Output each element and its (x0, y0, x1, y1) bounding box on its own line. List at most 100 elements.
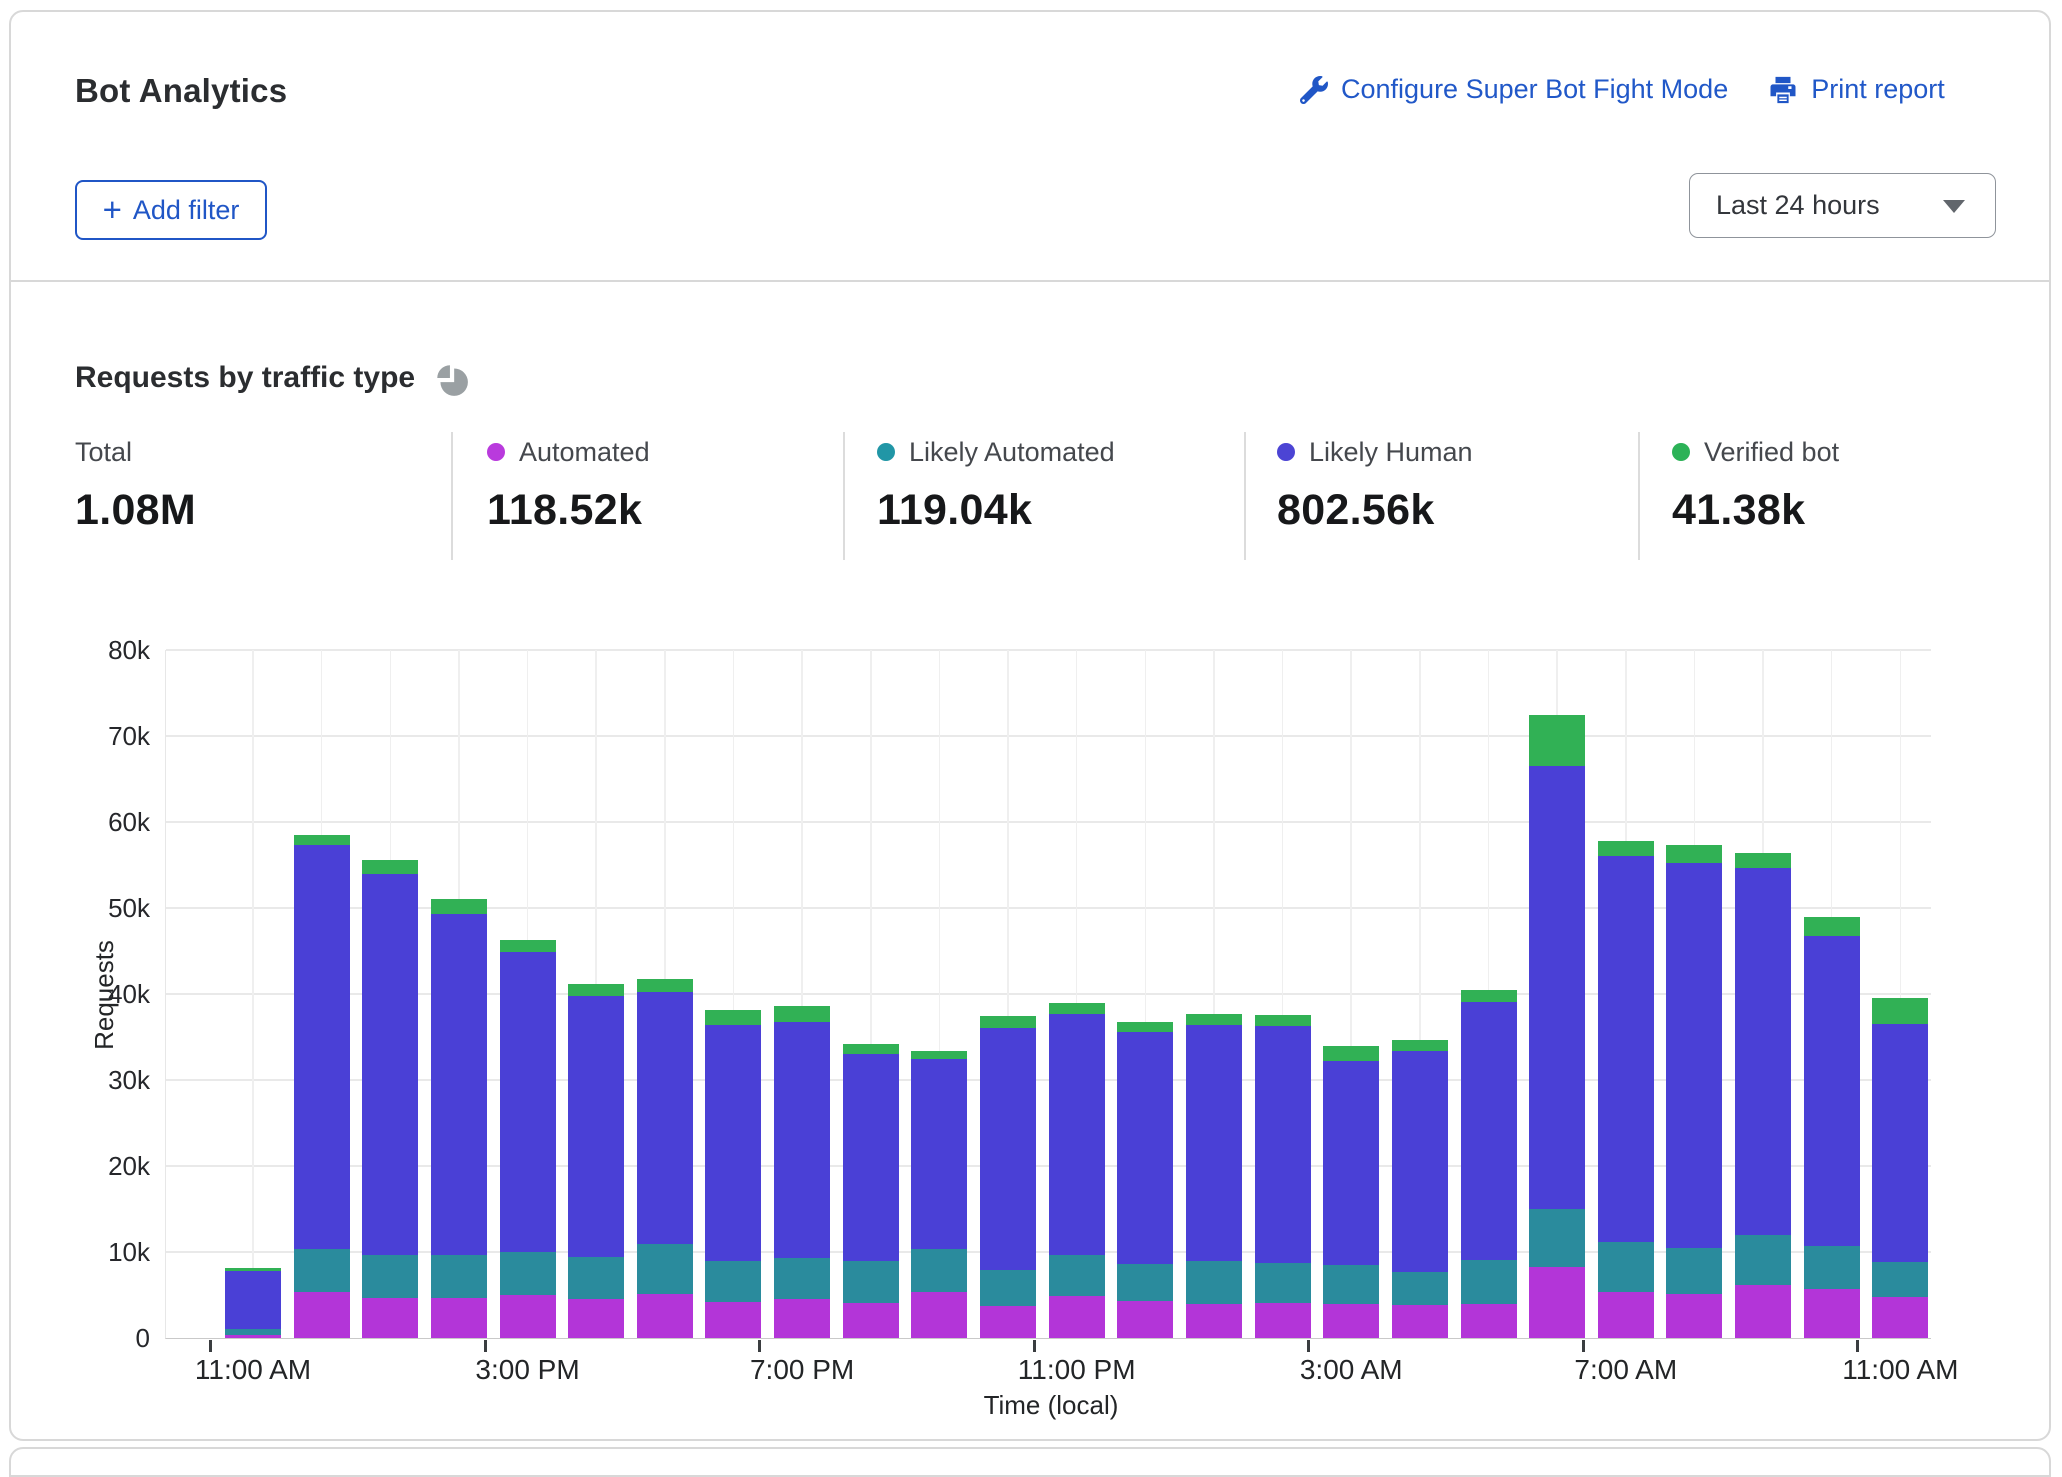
bar-segment-verified-bot[interactable] (1735, 853, 1791, 868)
bar-segment-verified-bot[interactable] (637, 979, 693, 992)
bar-segment-likely-automated[interactable] (568, 1257, 624, 1299)
bar-segment-automated[interactable] (568, 1299, 624, 1338)
stat-automated[interactable]: Automated 118.52k (487, 436, 650, 535)
bar-segment-automated[interactable] (911, 1292, 967, 1338)
bar-segment-verified-bot[interactable] (500, 940, 556, 952)
bar-segment-automated[interactable] (1186, 1304, 1242, 1338)
bar-segment-likely-automated[interactable] (1255, 1263, 1311, 1303)
bar-segment-automated[interactable] (225, 1335, 281, 1338)
bar-segment-verified-bot[interactable] (980, 1016, 1036, 1028)
bar-segment-likely-human[interactable] (1804, 936, 1860, 1246)
bar-segment-automated[interactable] (1598, 1292, 1654, 1338)
bar-segment-likely-human[interactable] (637, 992, 693, 1244)
bar-segment-likely-human[interactable] (1117, 1032, 1173, 1264)
bar-segment-likely-automated[interactable] (1666, 1248, 1722, 1294)
bar-segment-likely-human[interactable] (1529, 766, 1585, 1209)
bar-segment-likely-automated[interactable] (1529, 1209, 1585, 1267)
bar-segment-verified-bot[interactable] (431, 899, 487, 914)
bar-segment-automated[interactable] (500, 1295, 556, 1338)
bar-segment-automated[interactable] (1323, 1304, 1379, 1338)
bar-segment-likely-automated[interactable] (1392, 1272, 1448, 1306)
bar-segment-likely-automated[interactable] (774, 1258, 830, 1299)
bar-segment-verified-bot[interactable] (568, 984, 624, 996)
bar-segment-likely-automated[interactable] (294, 1249, 350, 1292)
bar-segment-likely-automated[interactable] (1804, 1246, 1860, 1289)
bar-segment-likely-automated[interactable] (1049, 1255, 1105, 1295)
bar-segment-likely-automated[interactable] (225, 1329, 281, 1334)
bar-segment-likely-human[interactable] (1872, 1024, 1928, 1262)
bar-segment-likely-human[interactable] (1049, 1014, 1105, 1256)
bar-segment-verified-bot[interactable] (1804, 917, 1860, 937)
bar-segment-verified-bot[interactable] (705, 1010, 761, 1025)
bar-segment-likely-human[interactable] (843, 1054, 899, 1261)
bar-segment-likely-automated[interactable] (1872, 1262, 1928, 1296)
bar-segment-verified-bot[interactable] (1186, 1014, 1242, 1025)
bar-segment-likely-human[interactable] (1255, 1026, 1311, 1263)
time-range-select[interactable]: Last 24 hours (1689, 173, 1996, 238)
bar-segment-automated[interactable] (774, 1299, 830, 1338)
stat-likely-automated[interactable]: Likely Automated 119.04k (877, 436, 1115, 535)
bar-segment-automated[interactable] (1461, 1304, 1517, 1338)
bar-segment-automated[interactable] (1049, 1296, 1105, 1338)
bar-segment-automated[interactable] (1392, 1305, 1448, 1338)
bar-segment-likely-automated[interactable] (362, 1255, 418, 1298)
bar-segment-likely-human[interactable] (294, 845, 350, 1249)
bar-segment-likely-human[interactable] (1666, 863, 1722, 1247)
bar-segment-likely-automated[interactable] (1323, 1265, 1379, 1305)
bar-segment-likely-human[interactable] (1186, 1025, 1242, 1261)
bar-segment-likely-automated[interactable] (431, 1255, 487, 1298)
bar-segment-likely-human[interactable] (774, 1022, 830, 1259)
configure-super-bot-fight-mode-link[interactable]: Configure Super Bot Fight Mode (1300, 74, 1728, 105)
bar-segment-likely-automated[interactable] (1598, 1242, 1654, 1293)
bar-segment-verified-bot[interactable] (1529, 715, 1585, 767)
bar-segment-likely-automated[interactable] (637, 1244, 693, 1294)
add-filter-button[interactable]: + Add filter (75, 180, 267, 240)
bar-segment-likely-human[interactable] (1735, 868, 1791, 1234)
bar-segment-automated[interactable] (1255, 1303, 1311, 1338)
bar-segment-likely-automated[interactable] (1461, 1260, 1517, 1305)
bar-segment-likely-human[interactable] (911, 1059, 967, 1249)
bar-segment-likely-human[interactable] (362, 874, 418, 1255)
bar-segment-automated[interactable] (637, 1294, 693, 1338)
bar-segment-verified-bot[interactable] (1872, 998, 1928, 1024)
bar-segment-verified-bot[interactable] (1117, 1022, 1173, 1032)
bar-segment-likely-human[interactable] (1598, 856, 1654, 1241)
print-report-link[interactable]: Print report (1768, 74, 1945, 105)
bar-segment-verified-bot[interactable] (843, 1044, 899, 1054)
bar-segment-verified-bot[interactable] (1392, 1040, 1448, 1050)
bar-segment-automated[interactable] (843, 1303, 899, 1338)
bar-segment-likely-automated[interactable] (705, 1261, 761, 1302)
bar-segment-verified-bot[interactable] (294, 835, 350, 845)
bar-segment-likely-human[interactable] (1323, 1061, 1379, 1265)
bar-segment-likely-automated[interactable] (1117, 1264, 1173, 1301)
bar-segment-likely-human[interactable] (1392, 1051, 1448, 1272)
bar-segment-automated[interactable] (431, 1298, 487, 1338)
bar-segment-verified-bot[interactable] (1598, 841, 1654, 856)
bar-segment-automated[interactable] (1804, 1289, 1860, 1338)
bar-segment-automated[interactable] (294, 1292, 350, 1338)
bar-segment-verified-bot[interactable] (1255, 1015, 1311, 1026)
bar-segment-likely-human[interactable] (500, 952, 556, 1252)
bar-segment-likely-automated[interactable] (1186, 1261, 1242, 1304)
bar-segment-automated[interactable] (362, 1298, 418, 1338)
bar-segment-likely-human[interactable] (225, 1271, 281, 1329)
bar-segment-verified-bot[interactable] (1049, 1003, 1105, 1013)
bar-segment-automated[interactable] (705, 1302, 761, 1338)
bar-segment-likely-human[interactable] (568, 996, 624, 1257)
bar-segment-automated[interactable] (1666, 1294, 1722, 1338)
bar-segment-likely-automated[interactable] (911, 1249, 967, 1292)
bar-segment-likely-automated[interactable] (980, 1270, 1036, 1306)
bar-segment-verified-bot[interactable] (774, 1006, 830, 1021)
bar-segment-automated[interactable] (1872, 1297, 1928, 1338)
bar-segment-verified-bot[interactable] (1323, 1046, 1379, 1061)
bar-segment-verified-bot[interactable] (225, 1268, 281, 1271)
bar-segment-likely-human[interactable] (431, 914, 487, 1255)
bar-segment-likely-human[interactable] (980, 1028, 1036, 1270)
bar-segment-automated[interactable] (1117, 1301, 1173, 1338)
bar-segment-verified-bot[interactable] (1666, 845, 1722, 863)
bar-segment-automated[interactable] (980, 1306, 1036, 1338)
bar-segment-likely-automated[interactable] (843, 1261, 899, 1302)
bar-segment-likely-human[interactable] (705, 1025, 761, 1261)
bar-segment-likely-automated[interactable] (1735, 1235, 1791, 1285)
bar-segment-verified-bot[interactable] (362, 860, 418, 874)
